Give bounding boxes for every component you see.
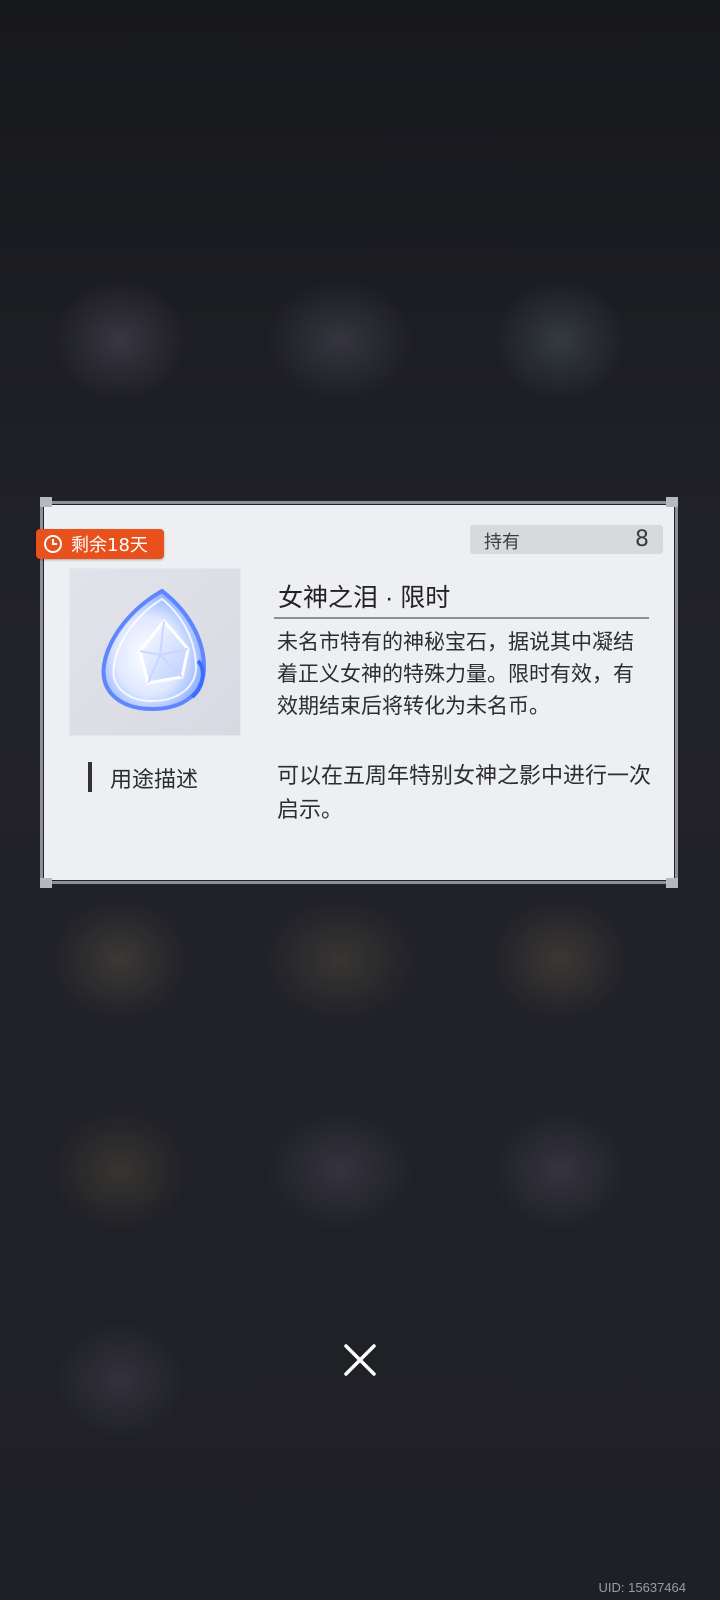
frame-corner: [666, 878, 678, 888]
uid-label: UID: 15637464: [598, 1580, 686, 1595]
title-divider: [274, 617, 649, 619]
item-name: 女神之泪 · 限时: [278, 584, 451, 612]
item-thumbnail: [69, 568, 241, 736]
crystal-tear-icon: [101, 588, 207, 712]
owned-label: 持有: [484, 532, 520, 553]
owned-count: 8: [635, 527, 649, 552]
remaining-days-label: 剩余18天: [71, 535, 148, 556]
frame-corner: [40, 497, 52, 507]
usage-marker: [88, 762, 92, 792]
owned-count-bar: 持有 8: [470, 525, 663, 554]
usage-label: 用途描述: [110, 767, 199, 792]
remaining-days-badge: 剩余18天: [36, 529, 164, 559]
usage-text: 可以在五周年特别女神之影中进行一次启示。: [277, 763, 652, 822]
close-button[interactable]: [340, 1340, 380, 1380]
close-icon: [344, 1344, 376, 1376]
frame-corner: [666, 497, 678, 507]
frame-corner: [40, 878, 52, 888]
clock-icon: [44, 535, 62, 553]
item-description: 未名市特有的神秘宝石，据说其中凝结着正义女神的特殊力量。限时有效，有效期结束后将…: [277, 631, 634, 718]
